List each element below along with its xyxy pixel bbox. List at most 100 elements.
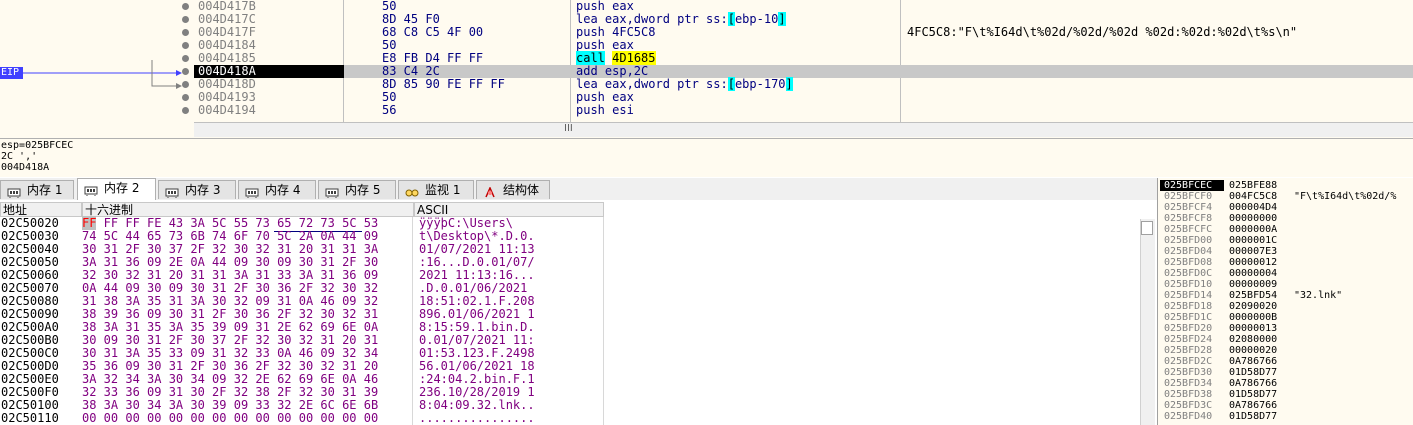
stack-address[interactable]: 025BFD04	[1164, 246, 1212, 257]
stack-row[interactable]: 025BFD04 000007E3	[1160, 246, 1412, 257]
stack-value[interactable]: 02080000	[1229, 334, 1277, 345]
tab-3[interactable]: 内存 3	[158, 180, 236, 199]
stack-value[interactable]: 00000020	[1229, 345, 1277, 356]
stack-value[interactable]: 00000013	[1229, 323, 1277, 334]
breakpoint-dot-icon[interactable]	[182, 16, 189, 23]
instruction-row[interactable]: 004D418D 8D 85 90 FE FF FF lea eax,dword p…	[194, 77, 1413, 91]
stack-address[interactable]: 025BFD0C	[1164, 268, 1212, 279]
tab-7[interactable]: 结构体	[476, 180, 550, 199]
stack-address[interactable]: 025BFD08	[1164, 257, 1212, 268]
stack-value[interactable]: 000007E3	[1229, 246, 1277, 257]
breakpoint-dot-icon[interactable]	[182, 3, 189, 10]
stack-address[interactable]: 025BFCF0	[1164, 191, 1212, 202]
instruction-disassembly[interactable]: push esi	[576, 104, 634, 117]
stack-value[interactable]: 0000000B	[1229, 312, 1277, 323]
stack-row[interactable]: 025BFD3C 0A786766	[1160, 400, 1412, 411]
stack-address[interactable]: 025BFD30	[1164, 367, 1212, 378]
dump-row[interactable]: 02C50110 00 00 00 00 00 00 00 00 00 00 00…	[0, 412, 1140, 425]
stack-row[interactable]: 025BFD1C 0000000B	[1160, 312, 1412, 323]
dump-ascii[interactable]: ................	[419, 412, 535, 425]
stack-row[interactable]: 025BFD14 025BFD54 "32.lnk"	[1160, 290, 1412, 301]
stack-value[interactable]: 00000000	[1229, 213, 1277, 224]
tab-4[interactable]: 内存 4	[238, 180, 316, 199]
stack-row[interactable]: 025BFCF0 004FC5C8 "F\t%I64d\t%02d/%	[1160, 191, 1412, 202]
column-header-ascii[interactable]: ASCII	[414, 202, 604, 217]
tab-1[interactable]: 内存 1	[0, 180, 74, 199]
instruction-row[interactable]: 004D417F 68 C8 C5 4F 00 push 4FC5C8 4FC5C8:…	[194, 26, 1413, 39]
tab-6[interactable]: 监视 1	[398, 180, 474, 199]
stack-row[interactable]: 025BFD10 00000009	[1160, 279, 1412, 290]
stack-address[interactable]: 025BFD20	[1164, 323, 1212, 334]
stack-value[interactable]: 00000009	[1229, 279, 1277, 290]
stack-value[interactable]: 01D58D77	[1229, 411, 1277, 422]
stack-value[interactable]: 0A786766	[1229, 378, 1277, 389]
dump-scroll-thumb[interactable]	[1141, 221, 1153, 235]
current-instruction-row[interactable]: 004D418A 83 C4 2C add esp,2C	[194, 65, 1413, 78]
stack-address[interactable]: 025BFD24	[1164, 334, 1212, 345]
stack-value[interactable]: 004FC5C8	[1229, 191, 1277, 202]
instruction-row[interactable]: 004D4185 E8 FB D4 FF FF call 4D1685	[194, 51, 1413, 65]
stack-address[interactable]: 025BFD2C	[1164, 356, 1212, 367]
breakpoint-dot-icon[interactable]	[182, 68, 189, 75]
stack-address[interactable]: 025BFCFC	[1164, 224, 1212, 235]
stack-value[interactable]: 0A786766	[1229, 400, 1277, 411]
stack-value[interactable]: 0A786766	[1229, 356, 1277, 367]
horizontal-scrollbar[interactable]: III	[194, 122, 1413, 137]
stack-row[interactable]: 025BFD30 01D58D77	[1160, 367, 1412, 378]
stack-address[interactable]: 025BFD00	[1164, 235, 1212, 246]
instruction-row[interactable]: 004D4193 50 push eax	[194, 91, 1413, 104]
stack-row[interactable]: 025BFD34 0A786766	[1160, 378, 1412, 389]
stack-row[interactable]: 025BFD28 00000020	[1160, 345, 1412, 356]
stack-row[interactable]: 025BFD2C 0A786766	[1160, 356, 1412, 367]
stack-address[interactable]: 025BFD18	[1164, 301, 1212, 312]
instruction-address[interactable]: 004D4194	[198, 104, 256, 117]
stack-address[interactable]: 025BFCF8	[1164, 213, 1212, 224]
stack-value[interactable]: 025BFE88	[1229, 180, 1277, 191]
instruction-row[interactable]: 004D4194 56 push esi	[194, 104, 1413, 117]
breakpoint-dot-icon[interactable]	[182, 55, 189, 62]
stack-address[interactable]: 025BFD3C	[1164, 400, 1212, 411]
stack-row[interactable]: 025BFD24 02080000	[1160, 334, 1412, 345]
stack-row[interactable]: 025BFD08 00000012	[1160, 257, 1412, 268]
stack-value[interactable]: 02090020	[1229, 301, 1277, 312]
stack-address[interactable]: 025BFD34	[1164, 378, 1212, 389]
stack-address[interactable]: 025BFD28	[1164, 345, 1212, 356]
stack-address[interactable]: 025BFD1C	[1164, 312, 1212, 323]
stack-row[interactable]: 025BFD40 01D58D77	[1160, 411, 1412, 422]
stack-row[interactable]: 025BFD20 00000013	[1160, 323, 1412, 334]
column-header-hex[interactable]: 十六进制	[82, 202, 414, 217]
column-header-address[interactable]: 地址	[0, 202, 82, 217]
stack-address[interactable]: 025BFD38	[1164, 389, 1212, 400]
scroll-thumb-grip[interactable]: III	[564, 123, 573, 134]
selected-byte[interactable]: FF	[82, 216, 97, 230]
stack-row[interactable]: 025BFCF4 000004D4	[1160, 202, 1412, 213]
stack-address[interactable]: 025BFCF4	[1164, 202, 1212, 213]
dump-hex-bytes[interactable]: 00 00 00 00 00 00 00 00 00 00 00 00 00 0…	[82, 412, 378, 425]
stack-value[interactable]: 00000012	[1229, 257, 1277, 268]
stack-row[interactable]: 025BFD0C 00000004	[1160, 268, 1412, 279]
instruction-row[interactable]: 004D4184 50 push eax	[194, 39, 1413, 52]
stack-value[interactable]: 01D58D77	[1229, 389, 1277, 400]
stack-address[interactable]: 025BFD10	[1164, 279, 1212, 290]
stack-address[interactable]: 025BFCEC	[1160, 180, 1224, 191]
dump-address[interactable]: 02C50110	[1, 412, 59, 425]
stack-value[interactable]: 000004D4	[1229, 202, 1277, 213]
breakpoint-dot-icon[interactable]	[182, 107, 189, 114]
stack-value[interactable]: 01D58D77	[1229, 367, 1277, 378]
stack-row[interactable]: 025BFD18 02090020	[1160, 301, 1412, 312]
breakpoint-dot-icon[interactable]	[182, 94, 189, 101]
breakpoint-dot-icon[interactable]	[182, 29, 189, 36]
stack-row[interactable]: 025BFD38 01D58D77	[1160, 389, 1412, 400]
stack-value[interactable]: 0000001C	[1229, 235, 1277, 246]
stack-value[interactable]: 00000004	[1229, 268, 1277, 279]
breakpoint-dot-icon[interactable]	[182, 42, 189, 49]
tab-5[interactable]: 内存 5	[318, 180, 396, 199]
stack-address[interactable]: 025BFD40	[1164, 411, 1212, 422]
tab-2[interactable]: 内存 2	[77, 178, 156, 200]
disassembly-pane[interactable]: EIP III 004D417B 50 push eax 004D417C 8D 45 …	[0, 0, 1413, 138]
call-target[interactable]: 4D1685	[612, 51, 656, 65]
stack-row[interactable]: 025BFCF8 00000000	[1160, 213, 1412, 224]
stack-pane[interactable]: 025BFCEC 025BFE88 025BFCF0 004FC5C8 "F\t%I64…	[1157, 178, 1413, 425]
stack-value[interactable]: 025BFD54	[1229, 290, 1277, 301]
dump-vertical-scrollbar[interactable]	[1140, 219, 1155, 425]
